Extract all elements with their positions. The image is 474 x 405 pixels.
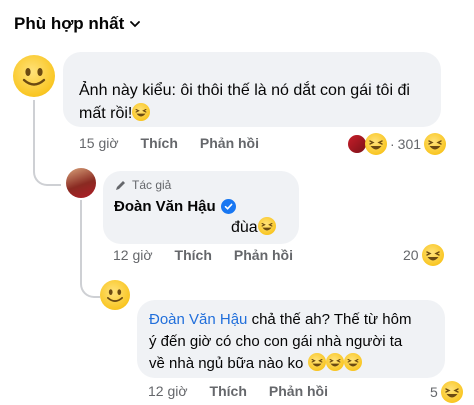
reply-text: Đoàn Văn Hậu chả thế ah? Thế từ hôm ý đế…	[149, 309, 441, 375]
reply-time[interactable]: 12 giờ	[148, 383, 188, 399]
reply-text: đùa	[231, 216, 276, 239]
reply-actions: 12 giờ Thích Phản hồi	[148, 383, 328, 399]
reaction-count: 5	[430, 384, 438, 400]
pen-icon	[116, 180, 125, 190]
reply-text-line: chả thế ah? Thế từ hôm	[247, 311, 412, 328]
reply-button[interactable]: Phản hồi	[234, 247, 293, 263]
reply-bubble: Tác giả Đoàn Văn Hậu đùa	[103, 171, 299, 244]
reaction-count: 20	[403, 247, 419, 263]
author-name[interactable]: Đoàn Văn Hậu	[114, 198, 236, 215]
reply-button[interactable]: Phản hồi	[269, 383, 328, 399]
comment-text-line: mất rồi!	[79, 105, 133, 122]
laughing-emoji-icon	[365, 133, 387, 155]
author-badge: Tác giả	[114, 178, 171, 192]
sort-label: Phù hợp nhất	[14, 14, 125, 33]
laughing-emoji-icon	[440, 381, 463, 403]
smiley-face-icon	[107, 289, 123, 302]
laughing-emoji-icon	[325, 353, 344, 371]
reply-text-line: ý đến giờ có cho con gái nhà người ta	[149, 333, 403, 350]
reply-bubble: Đoàn Văn Hậu chả thế ah? Thế từ hôm ý đế…	[137, 300, 445, 378]
dot-separator: ·	[390, 136, 395, 152]
reply-text-line: về nhà ngủ bữa nào ko	[149, 355, 304, 372]
reaction-summary[interactable]: 20	[403, 244, 444, 266]
reaction-count: 301	[397, 136, 422, 152]
commenter-avatar[interactable]	[100, 280, 130, 310]
like-button[interactable]: Thích	[175, 247, 212, 263]
sort-dropdown[interactable]: Phù hợp nhất	[14, 14, 141, 34]
author-avatar[interactable]	[66, 168, 96, 198]
comment-text-line: Ảnh này kiểu: ôi thôi thế là nó dắt con …	[79, 82, 410, 99]
thread-connector	[33, 100, 61, 186]
author-badge-label: Tác giả	[132, 178, 172, 192]
mention-link[interactable]: Đoàn Văn Hậu	[149, 311, 247, 328]
comment-bubble: Ảnh này kiểu: ôi thôi thế là nó dắt con …	[63, 52, 441, 127]
like-button[interactable]: Thích	[210, 383, 247, 399]
like-button[interactable]: Thích	[141, 135, 178, 151]
comment-actions: 15 giờ Thích Phản hồi	[79, 135, 259, 151]
laughing-emoji-icon	[307, 353, 326, 371]
commenter-avatar[interactable]	[13, 55, 55, 97]
laughing-emoji-icon	[424, 133, 447, 155]
comment-time[interactable]: 15 giờ	[79, 135, 119, 151]
comment-text: Ảnh này kiểu: ôi thôi thế là nó dắt con …	[79, 79, 439, 125]
laughing-emoji-icon	[257, 217, 276, 235]
laughing-emoji-icon	[132, 103, 151, 121]
smiley-face-icon	[22, 68, 46, 86]
reaction-summary[interactable]: 5	[430, 381, 463, 403]
laughing-emoji-icon	[343, 353, 362, 371]
reply-button[interactable]: Phản hồi	[200, 135, 259, 151]
chevron-down-icon	[130, 21, 141, 28]
author-name-text: Đoàn Văn Hậu	[114, 198, 216, 215]
reply-actions: 12 giờ Thích Phản hồi	[113, 247, 293, 263]
verified-check-icon	[220, 199, 236, 214]
thread-connector	[80, 200, 100, 298]
reply-text-content: đùa	[231, 219, 258, 236]
reply-time[interactable]: 12 giờ	[113, 247, 153, 263]
reaction-summary[interactable]: · 301	[346, 133, 447, 155]
laughing-emoji-icon	[421, 244, 444, 266]
